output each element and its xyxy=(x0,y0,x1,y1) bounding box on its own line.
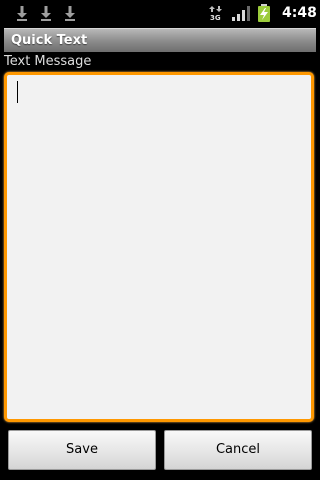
text-cursor xyxy=(17,81,18,103)
download-icon xyxy=(65,6,75,21)
cancel-button[interactable]: Cancel xyxy=(164,430,312,470)
download-icon xyxy=(17,6,27,21)
save-button[interactable]: Save xyxy=(8,430,156,470)
3g-data-icon: 3G xyxy=(209,6,222,21)
download-icon xyxy=(41,6,51,21)
battery-charging-icon xyxy=(258,4,270,22)
status-bar: 3G 4:48 xyxy=(0,0,320,25)
app-title: Quick Text xyxy=(11,33,88,48)
text-message-label: Text Message xyxy=(4,54,92,69)
signal-strength-icon xyxy=(232,6,250,21)
title-bar: Quick Text xyxy=(4,28,316,52)
text-message-field[interactable] xyxy=(4,72,314,422)
text-message-input[interactable] xyxy=(7,75,311,419)
svg-text:3G: 3G xyxy=(210,14,221,21)
screen: 3G 4:48 Quick Text Text Message Save Can… xyxy=(0,0,320,480)
status-clock: 4:48 xyxy=(282,5,317,21)
